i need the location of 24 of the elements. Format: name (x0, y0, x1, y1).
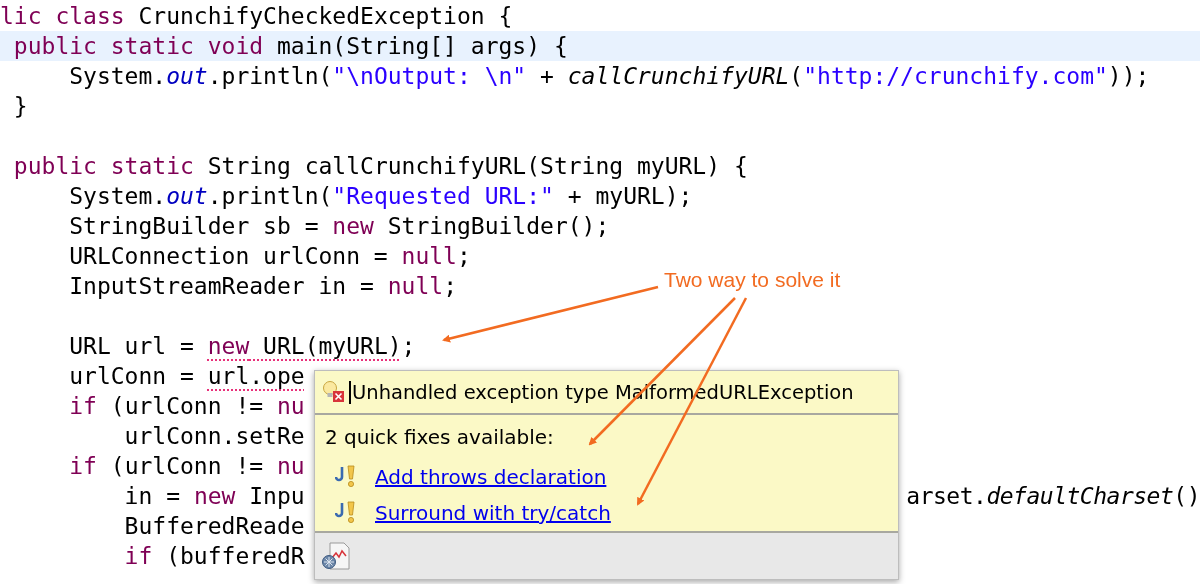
code-text: URLConnection urlConn = null; (68, 242, 471, 271)
code-text: urlConn.setRe (123, 422, 305, 451)
quick-fix-link[interactable]: Add throws declaration (375, 465, 607, 489)
code-text: System.out.println("Requested URL:" + myURL); (68, 182, 693, 211)
document-chart-icon[interactable] (321, 542, 353, 570)
code-text: if (bufferedR (123, 542, 305, 571)
code-text: InputStreamReader in = null; (68, 272, 457, 301)
code-text: if (urlConn != nu (68, 392, 305, 421)
quick-fix-link[interactable]: Surround with try/catch (375, 501, 611, 525)
annotation-text: Two way to solve it (664, 268, 841, 292)
code-text: public static void main(String[] args) { (12, 32, 568, 61)
code-text: public static String callCrunchifyURL(String myURL) { (12, 152, 748, 181)
code-text: arset.defaultCharset() (906, 482, 1200, 511)
code-text: StringBuilder sb = new StringBuilder(); (68, 212, 610, 241)
code-text: urlConn = url.ope (68, 362, 305, 391)
code-text: in = new Inpu (123, 482, 305, 511)
code-text: System.out.println("\nOutput: \n" + callCrunchifyURL("http://crunchify.com")); (68, 62, 1150, 91)
lightbulb-error-icon (321, 380, 347, 404)
fixes-title: 2 quick fixes available: (325, 425, 555, 451)
code-text: lic class CrunchifyCheckedException { (0, 2, 513, 31)
code-text: BufferedReade (123, 512, 305, 541)
code-text: if (urlConn != nu (68, 452, 305, 481)
code-text: URL url = new URL(myURL); (68, 332, 416, 361)
code-text: } (12, 92, 28, 121)
